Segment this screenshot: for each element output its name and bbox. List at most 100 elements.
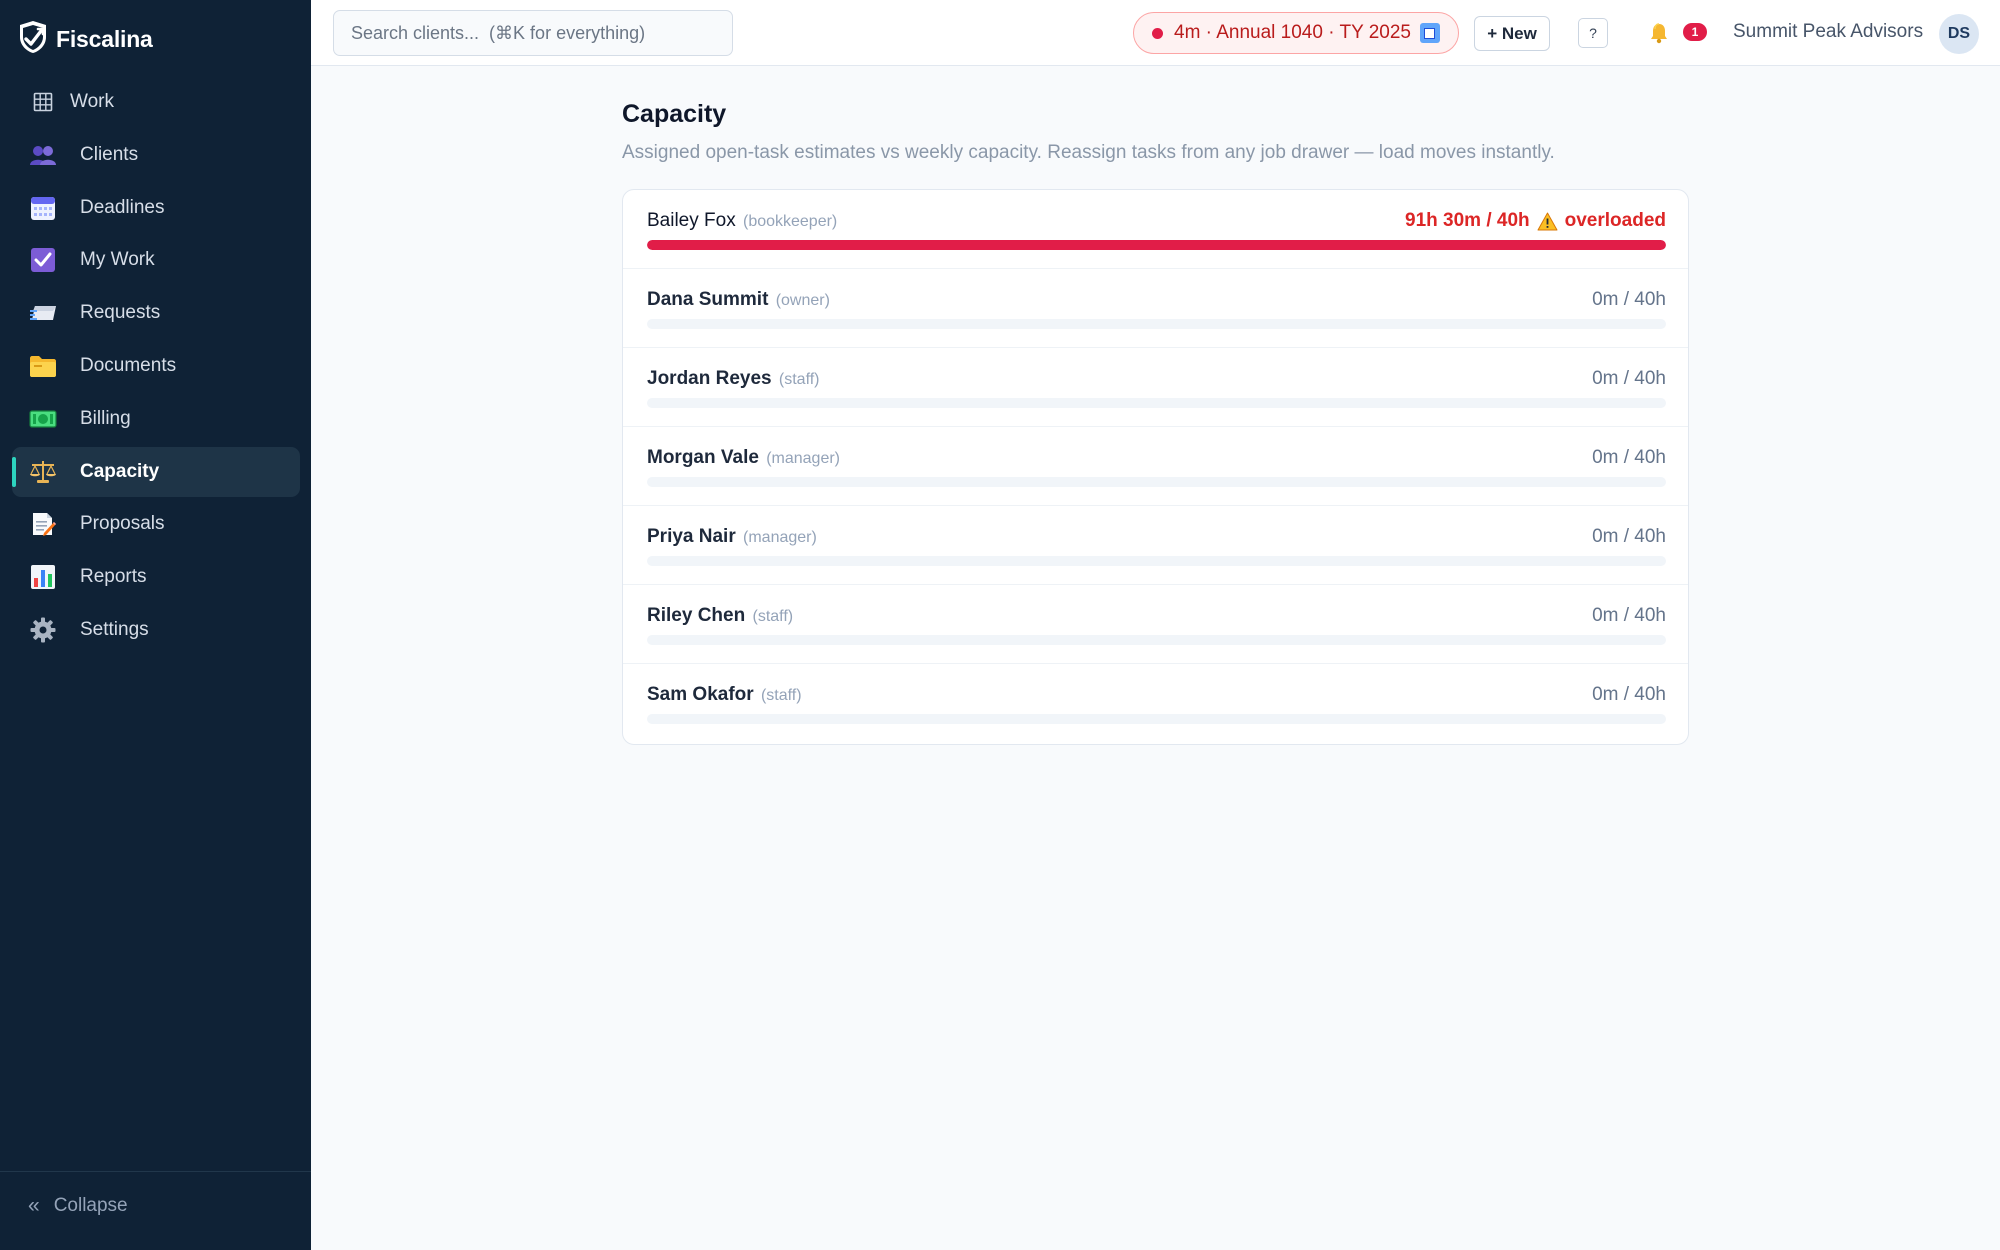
page-subtitle: Assigned open-task estimates vs weekly c… [622, 142, 1555, 163]
inbox-icon [28, 298, 58, 328]
staff-role: (staff) [752, 608, 794, 625]
staff-load: 0m / 40h [1592, 684, 1666, 705]
search-input[interactable] [333, 10, 733, 56]
warning-icon [1537, 212, 1558, 231]
staff-name-text: Priya Nair [647, 526, 736, 547]
sidebar-item-reports[interactable]: Reports [12, 552, 300, 602]
capacity-card: Bailey Fox (bookkeeper) 91h 30m / 40h ov… [622, 189, 1689, 745]
double-chevron-left-icon: « [28, 1194, 40, 1217]
brand-name: Fiscalina [56, 25, 153, 52]
help-button[interactable]: ? [1578, 18, 1608, 48]
staff-status: overloaded [1564, 210, 1666, 231]
staff-name-text: Bailey Fox [647, 210, 736, 231]
recording-dot-icon [1152, 27, 1163, 39]
staff-name-text: Jordan Reyes [647, 368, 772, 389]
staff-name: Morgan Vale (manager) [647, 447, 840, 469]
sidebar-item-label: My Work [80, 249, 155, 271]
sidebar-item-my-work[interactable]: My Work [12, 235, 300, 285]
load-bar [647, 635, 1666, 645]
sidebar-item-work[interactable]: Work [12, 77, 300, 127]
load-bar [647, 319, 1666, 329]
gear-icon [28, 615, 58, 645]
staff-role: (staff) [760, 687, 802, 704]
sidebar-divider [0, 1171, 311, 1172]
sidebar-item-label: Capacity [80, 460, 160, 482]
staff-name: Dana Summit (owner) [647, 289, 830, 311]
load-bar-fill [647, 240, 1666, 250]
sidebar-item-settings[interactable]: Settings [12, 605, 300, 655]
scales-icon [28, 457, 58, 487]
staff-name: Priya Nair (manager) [647, 526, 817, 548]
staff-name: Riley Chen (staff) [647, 605, 793, 627]
calendar-icon [28, 193, 58, 223]
users-icon [28, 140, 58, 170]
sidebar-item-label: Settings [80, 618, 149, 640]
sidebar-item-capacity[interactable]: Capacity [12, 446, 300, 497]
staff-row: Dana Summit (owner) 0m / 40h [623, 269, 1688, 348]
topbar: 4m · Annual 1040 · TY 2025 + New ? 1 Sum… [311, 0, 2000, 66]
bar-chart-icon [28, 562, 58, 592]
memo-icon [28, 509, 58, 539]
staff-role: (manager) [743, 529, 817, 546]
org-name[interactable]: Summit Peak Advisors [1733, 21, 1923, 43]
staff-role: (manager) [766, 450, 841, 467]
staff-role: (bookkeeper) [742, 213, 838, 230]
brand[interactable]: Fiscalina [16, 18, 153, 60]
sidebar: Fiscalina Work Clients Deadlines My Work… [0, 0, 311, 1250]
staff-name: Sam Okafor (staff) [647, 684, 802, 706]
stop-icon[interactable] [1419, 23, 1440, 43]
sidebar-item-label: Work [70, 91, 114, 112]
staff-row: Morgan Vale (manager) 0m / 40h [623, 427, 1688, 506]
staff-name-text: Riley Chen [647, 605, 746, 626]
sidebar-item-billing[interactable]: Billing [12, 394, 300, 444]
fiscalina-logo-icon [16, 19, 50, 60]
timer-text: 4m · Annual 1040 · TY 2025 [1174, 22, 1411, 43]
staff-load: 0m / 40h [1592, 289, 1666, 310]
staff-row: Bailey Fox (bookkeeper) 91h 30m / 40h ov… [623, 190, 1688, 269]
money-icon [28, 404, 58, 434]
staff-load: 0m / 40h [1592, 447, 1666, 468]
staff-load: 0m / 40h [1592, 526, 1666, 547]
load-bar [647, 240, 1666, 250]
sidebar-item-clients[interactable]: Clients [12, 130, 300, 180]
staff-name-text: Dana Summit [647, 289, 769, 310]
staff-row: Jordan Reyes (staff) 0m / 40h [623, 348, 1688, 427]
staff-load: 91h 30m / 40h overloaded [1405, 210, 1666, 232]
sidebar-item-label: Reports [80, 566, 147, 588]
load-bar [647, 398, 1666, 408]
staff-name-text: Sam Okafor [647, 684, 754, 705]
sidebar-item-label: Clients [80, 143, 139, 165]
staff-load: 0m / 40h [1592, 368, 1666, 389]
load-bar [647, 714, 1666, 724]
folder-icon [28, 351, 58, 381]
staff-load-text: 91h 30m / 40h [1405, 210, 1530, 231]
sidebar-item-label: Billing [80, 407, 131, 429]
staff-name: Bailey Fox (bookkeeper) [647, 210, 837, 232]
notification-badge[interactable]: 1 [1683, 23, 1707, 41]
sidebar-item-documents[interactable]: Documents [12, 341, 300, 391]
sidebar-item-label: Proposals [80, 513, 165, 535]
staff-load: 0m / 40h [1592, 605, 1666, 626]
grid-icon [28, 87, 58, 117]
sidebar-item-label: Documents [80, 354, 177, 376]
collapse-button[interactable]: « Collapse [28, 1194, 128, 1218]
sidebar-item-proposals[interactable]: Proposals [12, 499, 300, 549]
load-bar [647, 556, 1666, 566]
page-title: Capacity [622, 100, 727, 128]
staff-role: (staff) [778, 371, 820, 388]
checkbox-icon [28, 245, 58, 275]
staff-name: Jordan Reyes (staff) [647, 368, 820, 390]
collapse-label: Collapse [53, 1195, 128, 1216]
bell-icon[interactable] [1648, 22, 1670, 44]
staff-name-text: Morgan Vale [647, 447, 759, 468]
sidebar-item-requests[interactable]: Requests [12, 288, 300, 338]
staff-row: Sam Okafor (staff) 0m / 40h [623, 664, 1688, 743]
staff-row: Priya Nair (manager) 0m / 40h [623, 506, 1688, 585]
avatar[interactable]: DS [1939, 14, 1979, 54]
new-button[interactable]: + New [1474, 16, 1550, 51]
load-bar [647, 477, 1666, 487]
active-timer-pill[interactable]: 4m · Annual 1040 · TY 2025 [1133, 12, 1459, 54]
staff-role: (owner) [775, 292, 830, 309]
sidebar-item-deadlines[interactable]: Deadlines [12, 183, 300, 233]
staff-row: Riley Chen (staff) 0m / 40h [623, 585, 1688, 664]
